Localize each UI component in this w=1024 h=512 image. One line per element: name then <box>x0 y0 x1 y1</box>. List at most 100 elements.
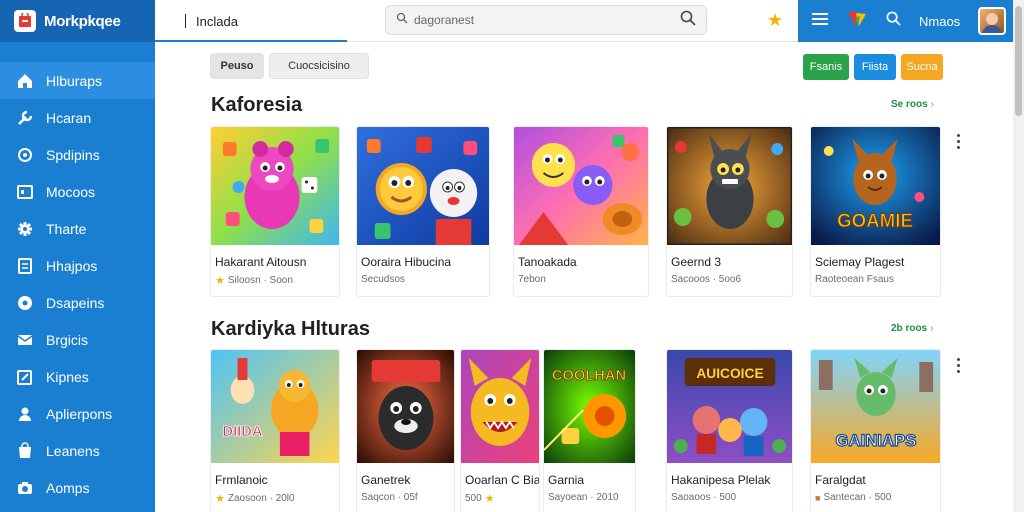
sidebar-item-mocoos[interactable]: Mocoos <box>0 173 155 210</box>
gear-icon <box>16 220 34 238</box>
sidebar-item-label: Mocoos <box>46 183 96 200</box>
game-meta: Secudsos <box>361 274 405 285</box>
rating-star-icon: ★ <box>215 275 225 287</box>
game-thumbnail <box>667 127 792 245</box>
game-card[interactable]: Ooraira Hibucina Secudsos <box>356 126 490 297</box>
filter-pill-orange[interactable]: Sucna <box>901 54 943 80</box>
app-name: Morkpkqee <box>44 12 121 30</box>
camera-icon <box>16 479 34 497</box>
see-all-link[interactable]: 2b roos › <box>891 323 933 334</box>
circle-icon <box>16 146 34 164</box>
game-thumbnail <box>357 127 489 245</box>
brand[interactable]: Morkpkqee <box>0 0 155 42</box>
sidebar-item-tools[interactable]: Hcaran <box>0 99 155 136</box>
sidebar-item-tharte[interactable]: Tharte <box>0 210 155 247</box>
sidebar-item-label: Hlburaps <box>46 72 103 89</box>
game-meta: 500 ★ <box>465 493 495 505</box>
thumbnail-logo-text: AUICOICE <box>696 365 763 381</box>
edit-icon <box>16 368 34 386</box>
sidebar-item-label: Kipnes <box>46 368 89 385</box>
game-title: Ooraira Hibucina <box>361 255 452 269</box>
search-bar <box>385 5 707 35</box>
game-title: Ooarlan C Bial <box>465 473 539 487</box>
user-name[interactable]: Nmaos <box>919 14 960 29</box>
see-all-link[interactable]: Se roos › <box>891 99 934 110</box>
game-card[interactable]: Tanoakada 7ebon <box>513 126 649 297</box>
game-meta: ★ Siloosn · Soon <box>215 275 293 287</box>
filter-chip[interactable]: Cuocsicisino <box>269 53 369 79</box>
game-thumbnail <box>514 127 648 245</box>
chevron-right-icon: › <box>930 323 934 334</box>
game-title: Hakarant Aitousn <box>215 255 307 269</box>
store-logo-icon <box>14 10 36 32</box>
game-card[interactable]: Ooarlan C Bial 500 ★ <box>460 349 540 512</box>
sidebar: Morkpkqee Hlburaps Hcaran Spdipins Mocoo… <box>0 0 155 512</box>
badge-icon: ■ <box>815 492 821 503</box>
game-card[interactable]: AUICOICE Hakanipesa Plelak Saoaoos · 500 <box>666 349 793 512</box>
tab-current[interactable]: Inclada <box>185 0 238 42</box>
more-options-icon[interactable] <box>953 358 963 373</box>
game-card[interactable]: Geernd 3 Sacooos · 5oo6 <box>666 126 793 297</box>
game-card[interactable]: COOLHAN Garnia Sayoean · 2010 <box>543 349 636 512</box>
sidebar-item-brgicis[interactable]: Brgicis <box>0 321 155 358</box>
top-actions: Nmaos <box>798 0 1013 42</box>
sidebar-item-leanens[interactable]: Leanens <box>0 432 155 469</box>
store-badge-icon[interactable] <box>846 10 868 33</box>
game-title: Ganetrek <box>361 473 411 487</box>
game-card[interactable]: DIIDA Frmlanoic ★ Zaosoon · 20l0 <box>210 349 340 512</box>
sidebar-nav: Hlburaps Hcaran Spdipins Mocoos Tharte H… <box>0 42 155 506</box>
more-options-icon[interactable] <box>953 134 963 149</box>
game-meta: ★ Zaosoon · 20l0 <box>215 493 295 505</box>
thumbnail-logo-text: GAINIAPS <box>836 431 917 450</box>
scrollbar[interactable] <box>1013 0 1024 512</box>
main-content: Peuso Cuocsicisino Fsanis Fiista Sucna K… <box>155 42 1013 512</box>
sidebar-item-label: Hhajpos <box>46 257 98 274</box>
game-meta: Saoaoos · 500 <box>671 492 737 503</box>
sidebar-item-hhajpos[interactable]: Hhajpos <box>0 247 155 284</box>
game-title: Sciemay Plagest <box>815 255 905 269</box>
game-card[interactable]: GAINIAPS Faralgdat ■ Santecan · 500 <box>810 349 941 512</box>
sidebar-item-aplierpons[interactable]: Aplierpons <box>0 395 155 432</box>
search-input[interactable] <box>414 13 674 27</box>
card-icon <box>16 183 34 201</box>
thumbnail-logo-text: COOLHAN <box>552 368 626 384</box>
rating-star-icon: ★ <box>215 493 225 505</box>
search-icon[interactable] <box>680 10 696 31</box>
scrollbar-thumb[interactable] <box>1015 6 1022 116</box>
tab-label: Inclada <box>196 13 238 29</box>
game-title: Hakanipesa Plelak <box>671 473 771 487</box>
game-card[interactable]: Hakarant Aitousn ★ Siloosn · Soon <box>210 126 340 297</box>
bag-icon <box>16 441 34 460</box>
thumbnail-logo-text: GOAMIE <box>837 210 913 231</box>
avatar[interactable] <box>978 7 1007 35</box>
sidebar-item-aomps[interactable]: Aomps <box>0 469 155 506</box>
filter-pill-blue[interactable]: Fiista <box>854 54 896 80</box>
section-title: Kardiyka Hlturas <box>211 318 370 340</box>
sidebar-item-spdipins[interactable]: Spdipins <box>0 136 155 173</box>
game-thumbnail <box>211 127 339 245</box>
menu-icon[interactable] <box>812 12 828 31</box>
game-thumbnail <box>461 350 539 463</box>
favorite-star-icon[interactable]: ★ <box>767 10 783 30</box>
search-icon[interactable] <box>886 11 901 31</box>
disc-icon <box>16 294 34 312</box>
game-thumbnail: GAINIAPS <box>811 350 940 463</box>
document-icon <box>16 257 34 275</box>
game-card[interactable]: GOAMIE Sciemay Plagest Raoteoean Fsaus <box>810 126 941 297</box>
sidebar-item-home[interactable]: Hlburaps <box>0 62 155 99</box>
game-thumbnail: COOLHAN <box>544 350 635 463</box>
filter-chip[interactable]: Peuso <box>210 53 264 79</box>
mail-icon <box>16 331 34 349</box>
sidebar-item-kipnes[interactable]: Kipnes <box>0 358 155 395</box>
pin-icon <box>396 11 408 29</box>
game-card[interactable]: Ganetrek Saqcon · 05f <box>356 349 455 512</box>
sidebar-item-label: Brgicis <box>46 331 89 348</box>
thumbnail-logo-text: DIIDA <box>222 424 262 440</box>
sidebar-item-dsapeins[interactable]: Dsapeins <box>0 284 155 321</box>
game-thumbnail: DIIDA <box>211 350 339 463</box>
game-meta: Saqcon · 05f <box>361 492 418 503</box>
game-title: Geernd 3 <box>671 255 722 269</box>
game-meta: ■ Santecan · 500 <box>815 492 892 503</box>
game-thumbnail: AUICOICE <box>667 350 792 463</box>
filter-pill-green[interactable]: Fsanis <box>803 54 849 80</box>
